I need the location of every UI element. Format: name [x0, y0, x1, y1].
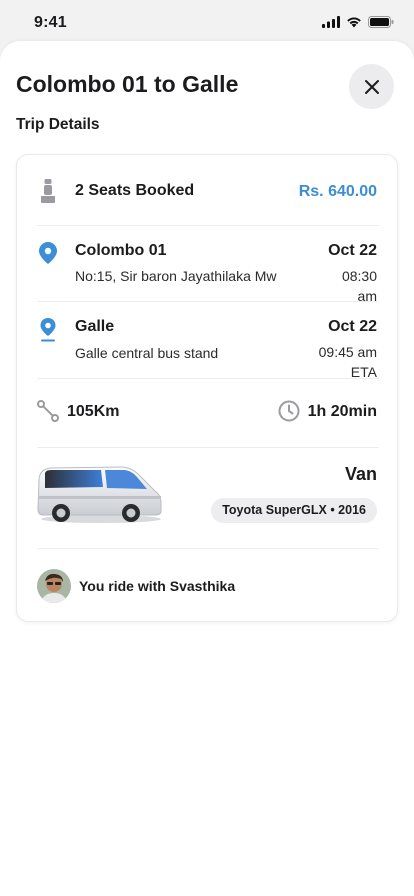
- origin-date: Oct 22: [328, 242, 377, 259]
- status-time: 9:41: [34, 14, 67, 31]
- cellular-signal-icon: [322, 16, 340, 28]
- trip-card: 2 Seats Booked Rs. 640.00 Colombo 01 No:…: [16, 154, 398, 622]
- origin-time: 08:30: [341, 268, 377, 284]
- page-title: Colombo 01 to Galle: [16, 71, 239, 97]
- close-icon: [364, 79, 379, 94]
- battery-icon: [368, 16, 394, 28]
- driver-avatar[interactable]: [37, 569, 71, 603]
- status-icons: [322, 16, 394, 28]
- origin-address: No:15, Sir baron Jayathilaka Mw: [75, 268, 277, 284]
- status-bar: 9:41: [0, 0, 414, 44]
- trip-details-sheet: Colombo 01 to Galle Trip Details 2 Seats…: [0, 41, 414, 896]
- destination-address: Galle central bus stand: [75, 345, 219, 361]
- location-pin-icon: [39, 242, 57, 264]
- divider: [37, 447, 379, 448]
- trip-distance: 105Km: [67, 403, 120, 420]
- divider: [37, 225, 379, 226]
- destination-name: Galle: [75, 318, 115, 335]
- clock-icon: [278, 400, 300, 422]
- wifi-icon: [347, 17, 361, 28]
- divider: [37, 301, 379, 302]
- trip-price: Rs. 640.00: [298, 183, 377, 200]
- seat-icon: [41, 179, 55, 203]
- origin-name: Colombo 01: [75, 242, 167, 259]
- divider: [37, 378, 379, 379]
- seats-booked: 2 Seats Booked: [75, 182, 195, 199]
- destination-time: 09:45 am: [318, 344, 377, 360]
- section-label: Trip Details: [16, 116, 100, 133]
- destination-pin-icon: [40, 318, 56, 342]
- avatar-image: [37, 569, 71, 603]
- vehicle-type: Van: [344, 464, 377, 484]
- destination-date: Oct 22: [328, 318, 377, 335]
- vehicle-model-chip: Toyota SuperGLX • 2016: [211, 498, 377, 523]
- close-button[interactable]: [349, 64, 394, 109]
- trip-duration: 1h 20min: [307, 403, 377, 420]
- divider: [37, 548, 379, 549]
- van-image: [37, 466, 162, 523]
- route-icon: [37, 400, 59, 422]
- driver-text: You ride with Svasthika: [79, 578, 236, 594]
